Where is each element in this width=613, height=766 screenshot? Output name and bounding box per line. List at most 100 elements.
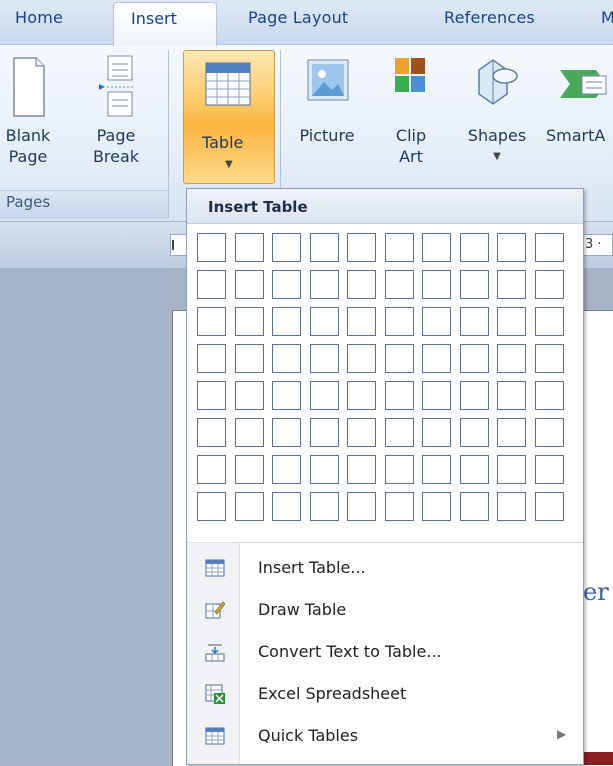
table-grid-cell[interactable] (234, 418, 264, 447)
picture-button[interactable]: Picture (294, 54, 360, 146)
table-grid-cell[interactable] (197, 418, 226, 447)
table-grid-cell[interactable] (347, 418, 376, 447)
table-grid-cell[interactable] (422, 418, 451, 447)
table-grid-cell[interactable] (459, 233, 489, 262)
menu-item-convert-text-to-table[interactable]: Convert Text to Table... (187, 633, 583, 673)
table-grid-cell[interactable] (272, 381, 301, 410)
table-grid-cell[interactable] (534, 270, 564, 299)
table-grid-cell[interactable] (197, 307, 226, 336)
table-grid-cell[interactable] (347, 381, 376, 410)
table-grid-cell[interactable] (534, 381, 564, 410)
table-grid-cell[interactable] (309, 381, 339, 410)
table-grid-cell[interactable] (309, 344, 339, 373)
table-grid-cell[interactable] (497, 381, 526, 410)
clip-art-button[interactable]: Clip Art (386, 54, 436, 167)
table-grid-cell[interactable] (197, 233, 226, 262)
table-grid-cell[interactable] (234, 455, 264, 484)
table-grid-cell[interactable] (272, 455, 301, 484)
table-grid-cell[interactable] (497, 418, 526, 447)
table-grid-cell[interactable] (534, 344, 564, 373)
table-grid-cell[interactable] (234, 233, 264, 262)
table-grid-cell[interactable] (197, 270, 226, 299)
table-grid-cell[interactable] (309, 307, 339, 336)
table-grid-cell[interactable] (384, 344, 414, 373)
table-grid-cell[interactable] (459, 270, 489, 299)
table-grid-cell[interactable] (459, 455, 489, 484)
tab-home[interactable]: Home (15, 8, 63, 27)
table-grid-cell[interactable] (459, 418, 489, 447)
table-grid-cell[interactable] (234, 270, 264, 299)
table-grid-cell[interactable] (534, 307, 564, 336)
table-grid-cell[interactable] (497, 492, 526, 521)
table-grid-cell[interactable] (347, 455, 376, 484)
table-grid-cell[interactable] (347, 307, 376, 336)
table-grid-cell[interactable] (384, 270, 414, 299)
table-grid-cell[interactable] (234, 344, 264, 373)
tab-mailings[interactable]: M (601, 8, 613, 27)
table-grid-cell[interactable] (272, 418, 301, 447)
table-grid-cell[interactable] (384, 381, 414, 410)
table-grid-cell[interactable] (347, 492, 376, 521)
table-grid-cell[interactable] (422, 233, 451, 262)
table-grid-cell[interactable] (197, 344, 226, 373)
table-grid-cell[interactable] (384, 492, 414, 521)
blank-page-button[interactable]: Blank Page (2, 54, 54, 167)
table-button[interactable]: Table ▼ (183, 50, 275, 184)
table-grid-cell[interactable] (272, 270, 301, 299)
table-grid-cell[interactable] (309, 233, 339, 262)
table-grid-cell[interactable] (272, 344, 301, 373)
table-grid-cell[interactable] (534, 233, 564, 262)
table-grid-cell[interactable] (234, 492, 264, 521)
menu-item-insert-table[interactable]: Insert Table... (187, 549, 583, 589)
table-grid-cell[interactable] (459, 492, 489, 521)
table-grid-cell[interactable] (384, 307, 414, 336)
submenu-arrow-icon: ▶ (557, 727, 567, 741)
table-grid-cell[interactable] (197, 492, 226, 521)
table-grid-cell[interactable] (309, 492, 339, 521)
table-grid-cell[interactable] (234, 381, 264, 410)
table-grid-cell[interactable] (384, 418, 414, 447)
excel-spreadsheet-icon (205, 684, 225, 704)
table-grid-cell[interactable] (384, 455, 414, 484)
table-grid-cell[interactable] (309, 418, 339, 447)
table-grid-cell[interactable] (534, 455, 564, 484)
shapes-button[interactable]: Shapes ▼ (462, 54, 532, 167)
tab-insert[interactable]: Insert (113, 2, 217, 46)
table-grid-cell[interactable] (347, 270, 376, 299)
table-grid-cell[interactable] (422, 307, 451, 336)
tab-page-layout[interactable]: Page Layout (248, 8, 348, 27)
table-grid-cell[interactable] (459, 381, 489, 410)
menu-item-label: Excel Spreadsheet (258, 684, 407, 703)
page-break-button[interactable]: Page Break (86, 54, 146, 167)
table-grid-cell[interactable] (497, 307, 526, 336)
table-grid-cell[interactable] (422, 492, 451, 521)
table-grid-cell[interactable] (197, 381, 226, 410)
table-grid-cell[interactable] (347, 344, 376, 373)
table-grid-cell[interactable] (272, 233, 301, 262)
smartart-button[interactable]: SmartA (546, 54, 613, 146)
table-grid-cell[interactable] (497, 344, 526, 373)
table-grid-cell[interactable] (272, 307, 301, 336)
table-grid-cell[interactable] (422, 381, 451, 410)
table-grid-cell[interactable] (534, 418, 564, 447)
table-grid-cell[interactable] (497, 233, 526, 262)
table-grid-cell[interactable] (197, 455, 226, 484)
menu-item-excel-spreadsheet[interactable]: Excel Spreadsheet (187, 675, 583, 715)
table-grid-cell[interactable] (234, 307, 264, 336)
table-grid-cell[interactable] (459, 307, 489, 336)
table-grid-cell[interactable] (497, 455, 526, 484)
table-grid-cell[interactable] (422, 455, 451, 484)
table-grid-cell[interactable] (272, 492, 301, 521)
table-grid-cell[interactable] (497, 270, 526, 299)
tab-references[interactable]: References (444, 8, 535, 27)
table-grid-cell[interactable] (347, 233, 376, 262)
table-grid-cell[interactable] (422, 270, 451, 299)
table-grid-cell[interactable] (422, 344, 451, 373)
menu-item-draw-table[interactable]: Draw Table (187, 591, 583, 631)
table-grid-cell[interactable] (459, 344, 489, 373)
table-grid-cell[interactable] (384, 233, 414, 262)
table-grid-cell[interactable] (309, 270, 339, 299)
table-grid-cell[interactable] (534, 492, 564, 521)
menu-item-quick-tables[interactable]: Quick Tables ▶ (187, 717, 583, 757)
table-grid-cell[interactable] (309, 455, 339, 484)
